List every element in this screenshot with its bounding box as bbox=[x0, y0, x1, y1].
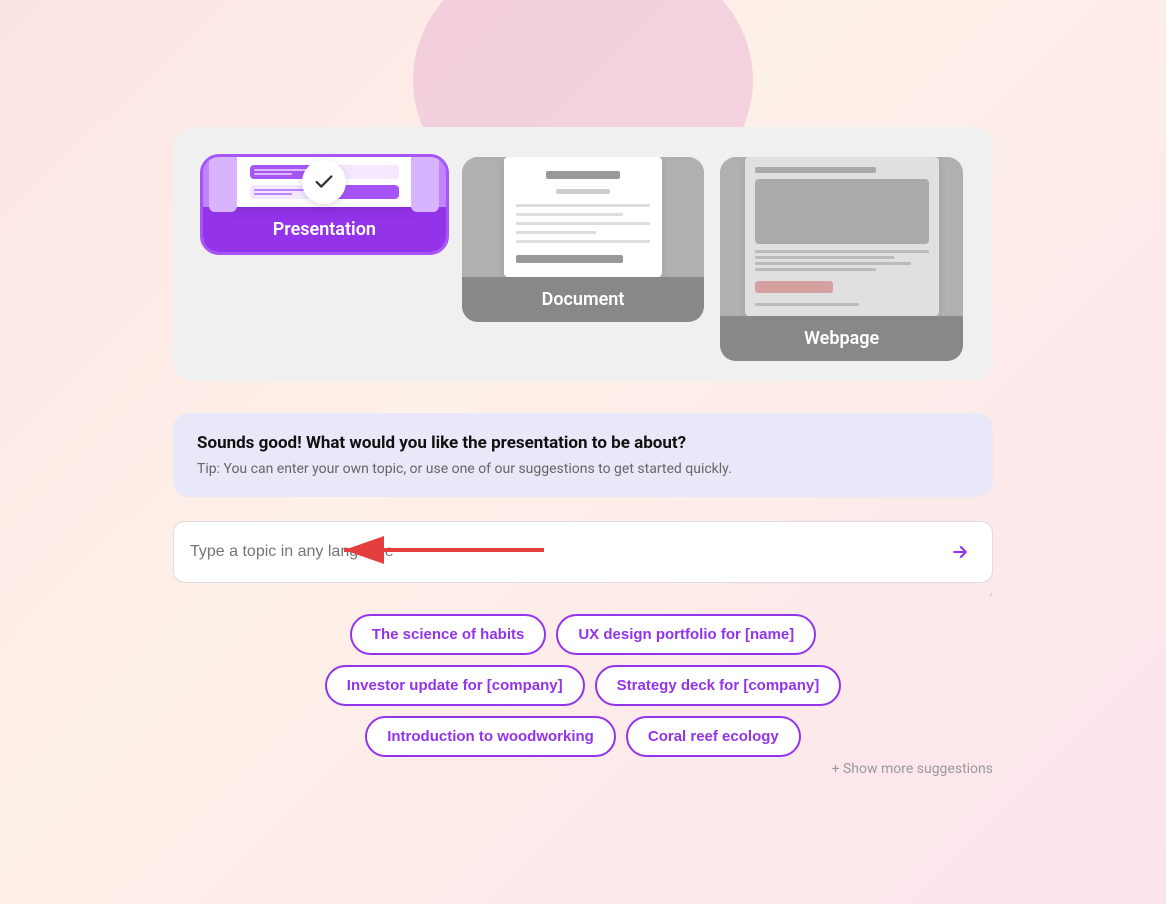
web-line-4 bbox=[755, 268, 877, 271]
doc-body-5 bbox=[516, 240, 650, 243]
resize-handle: ⌟ bbox=[988, 585, 993, 598]
web-line-2 bbox=[755, 256, 894, 259]
presentation-preview bbox=[203, 157, 446, 207]
document-label: Document bbox=[462, 277, 705, 322]
web-image-placeholder bbox=[755, 179, 929, 244]
type-selector-card: Presentation Document bbox=[173, 127, 993, 381]
pres-line-2 bbox=[254, 173, 292, 175]
topic-input[interactable] bbox=[190, 543, 944, 561]
pres-right-panel bbox=[411, 157, 439, 212]
pres-dark-line-2 bbox=[254, 193, 292, 195]
suggestion-row-1: The science of habits UX design portfoli… bbox=[350, 614, 816, 655]
chat-question: Sounds good! What would you like the pre… bbox=[197, 433, 969, 453]
web-body-lines bbox=[755, 250, 929, 271]
presentation-label: Presentation bbox=[203, 207, 446, 252]
web-line-1 bbox=[755, 250, 929, 253]
web-button-placeholder bbox=[755, 281, 833, 293]
doc-sub-line bbox=[556, 189, 609, 194]
suggestion-chip-ux[interactable]: UX design portfolio for [name] bbox=[556, 614, 816, 655]
webpage-preview bbox=[720, 157, 963, 316]
chat-tip: Tip: You can enter your own topic, or us… bbox=[197, 461, 969, 477]
suggestions-container: The science of habits UX design portfoli… bbox=[325, 614, 841, 757]
doc-title-line bbox=[546, 171, 620, 179]
web-header-bar bbox=[755, 167, 877, 173]
suggestion-chip-investor[interactable]: Investor update for [company] bbox=[325, 665, 585, 706]
topic-input-wrapper bbox=[173, 521, 993, 583]
check-circle bbox=[302, 160, 346, 204]
doc-body-1 bbox=[516, 204, 650, 207]
webpage-label: Webpage bbox=[720, 316, 963, 361]
type-option-presentation[interactable]: Presentation bbox=[203, 157, 446, 252]
doc-page bbox=[504, 157, 662, 277]
pres-inner bbox=[227, 157, 421, 207]
type-option-document[interactable]: Document bbox=[462, 157, 705, 322]
main-container: Presentation Document bbox=[60, 127, 1106, 777]
suggestion-chip-strategy[interactable]: Strategy deck for [company] bbox=[595, 665, 842, 706]
suggestion-row-2: Investor update for [company] Strategy d… bbox=[325, 665, 841, 706]
doc-divider bbox=[516, 255, 623, 263]
send-button[interactable] bbox=[944, 536, 976, 568]
doc-body-3 bbox=[516, 222, 650, 225]
suggestion-chip-coral[interactable]: Coral reef ecology bbox=[626, 716, 801, 757]
web-page bbox=[745, 157, 939, 316]
type-option-webpage[interactable]: Webpage bbox=[720, 157, 963, 361]
document-preview bbox=[462, 157, 705, 277]
suggestion-chip-habits[interactable]: The science of habits bbox=[350, 614, 547, 655]
suggestion-row-3: Introduction to woodworking Coral reef e… bbox=[365, 716, 801, 757]
pres-left-panel bbox=[209, 157, 237, 212]
suggestion-chip-woodworking[interactable]: Introduction to woodworking bbox=[365, 716, 616, 757]
web-line-3 bbox=[755, 262, 912, 265]
doc-body-4 bbox=[516, 231, 596, 234]
input-area: ⌟ bbox=[173, 521, 993, 598]
web-sub-line bbox=[755, 303, 859, 306]
show-more-suggestions[interactable]: + Show more suggestions bbox=[173, 761, 993, 777]
doc-body-2 bbox=[516, 213, 623, 216]
chat-bubble: Sounds good! What would you like the pre… bbox=[173, 413, 993, 497]
